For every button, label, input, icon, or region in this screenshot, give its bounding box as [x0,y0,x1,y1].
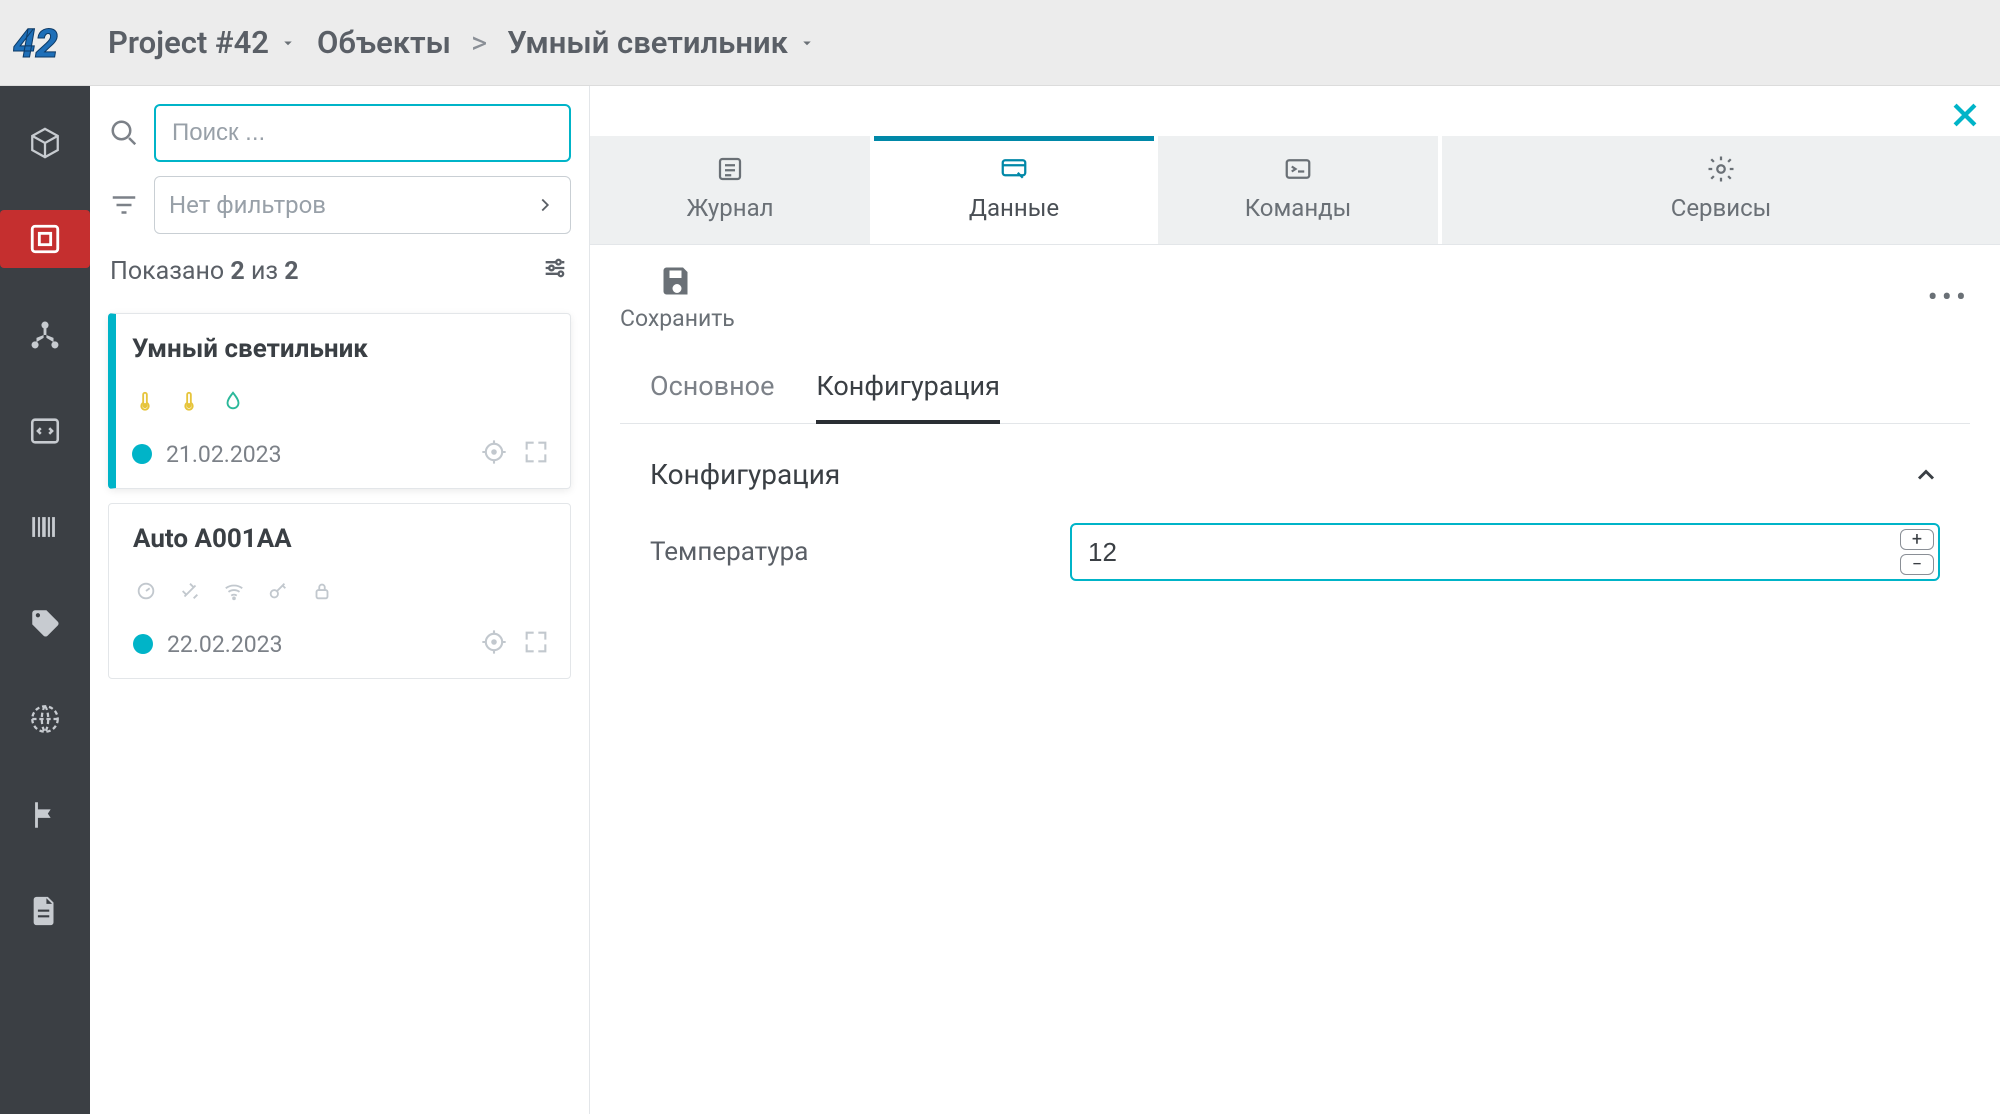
close-button[interactable] [1948,98,1982,136]
status-dot [132,444,152,464]
lock-icon [309,576,335,606]
expand-icon[interactable] [522,438,550,470]
list-item[interactable]: Умный светильник 21.02.2023 [108,313,571,489]
step-up-button[interactable]: + [1900,529,1934,550]
filter-placeholder: Нет фильтров [169,191,326,219]
detail-tabs: Журнал Данные Команды Сервисы [590,136,2000,245]
status-dot [133,634,153,654]
field-label: Температура [650,537,1030,567]
card-date: 22.02.2023 [167,631,283,658]
chevron-right-icon [534,194,556,216]
rail-item-code[interactable] [0,402,90,460]
rail-item-globe[interactable] [0,690,90,748]
rail-item-document[interactable] [0,882,90,940]
breadcrumb-current-label: Умный светильник [507,24,788,61]
card-edit-icon [997,154,1031,184]
rail-item-cube[interactable] [0,114,90,172]
card-status-icons [132,386,550,416]
expand-icon[interactable] [522,628,550,660]
card-title: Auto A001AA [133,524,550,554]
tune-icon[interactable] [541,254,569,289]
chevron-up-icon [1912,461,1940,489]
breadcrumb-objects-label: Объекты [317,24,451,61]
tab-label: Журнал [686,194,773,222]
section-title: Конфигурация [650,458,840,491]
detail-pane: Журнал Данные Команды Сервисы [590,86,2000,1114]
save-button[interactable]: Сохранить [620,263,735,332]
step-down-button[interactable]: − [1900,554,1934,575]
count-total: 2 [284,257,298,286]
filter-icon [108,190,140,220]
rail-item-barcode[interactable] [0,498,90,556]
temperature-input[interactable] [1070,523,1940,581]
wifi-icon [221,576,247,606]
list-item[interactable]: Auto A001AA 22.02.2023 [108,503,571,679]
subtab-config[interactable]: Конфигурация [816,370,1000,424]
satellite-icon [177,576,203,606]
app-logo: 42 [0,0,90,86]
locate-icon[interactable] [480,628,508,660]
terminal-icon [1281,154,1315,184]
gauge-icon [133,576,159,606]
card-date: 21.02.2023 [166,441,282,468]
key-icon [265,576,291,606]
thermometer-icon [176,386,202,416]
breadcrumb-separator: > [471,24,487,61]
card-title: Умный светильник [132,334,550,364]
caret-down-icon [279,34,297,52]
tab-data[interactable]: Данные [874,136,1154,244]
breadcrumb-project-label: Project #42 [108,24,269,61]
subtab-main[interactable]: Основное [650,370,774,423]
svg-text:42: 42 [13,20,58,67]
section-header[interactable]: Конфигурация [620,424,1970,513]
tab-journal[interactable]: Журнал [590,136,870,244]
breadcrumb-current[interactable]: Умный светильник [507,24,816,61]
search-input[interactable] [154,104,571,162]
count-shown: 2 [230,257,244,286]
card-status-icons [133,576,550,606]
topbar: 42 Project #42 Объекты > Умный светильни… [0,0,2000,86]
thermometer-icon [132,386,158,416]
tab-label: Сервисы [1671,194,1772,222]
more-button[interactable]: ••• [1928,280,1970,315]
caret-down-icon [798,34,816,52]
nav-rail [0,86,90,1114]
gear-icon [1704,154,1738,184]
breadcrumb-objects[interactable]: Объекты [317,24,451,61]
search-icon [108,118,140,148]
rail-item-flag[interactable] [0,786,90,844]
field-temperature: Температура + − [620,513,1970,591]
save-icon [659,263,695,299]
count-prefix: Показано [110,257,224,286]
filter-select[interactable]: Нет фильтров [154,176,571,234]
rail-item-objects[interactable] [0,210,90,268]
breadcrumb: Project #42 Объекты > Умный светильник [108,24,816,61]
breadcrumb-project[interactable]: Project #42 [108,24,297,61]
tab-label: Команды [1245,194,1352,222]
tab-commands[interactable]: Команды [1158,136,1438,244]
rail-item-tag[interactable] [0,594,90,652]
sub-tabs: Основное Конфигурация [620,342,1970,424]
locate-icon[interactable] [480,438,508,470]
droplet-icon [220,386,246,416]
tab-services[interactable]: Сервисы [1442,136,2000,244]
save-label: Сохранить [620,305,735,332]
list-count: Показано 2 из 2 [108,248,571,299]
list-icon [713,154,747,184]
list-panel: Нет фильтров Показано 2 из 2 Умный свети… [90,86,590,1114]
tab-label: Данные [969,194,1059,222]
count-of: из [251,257,278,286]
rail-item-hierarchy[interactable] [0,306,90,364]
